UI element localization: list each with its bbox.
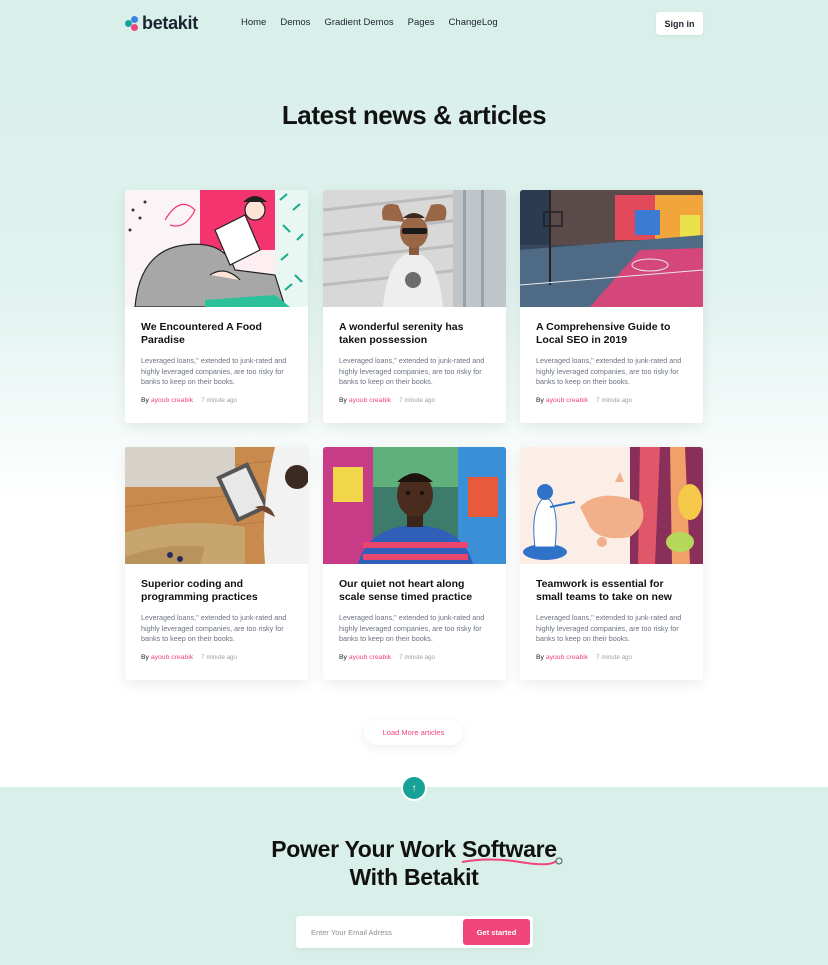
article-by: By [536, 397, 544, 404]
article-by: By [141, 654, 149, 661]
article-author[interactable]: ayoub creabik [546, 654, 588, 661]
article-by: By [536, 654, 544, 661]
article-title[interactable]: Teamwork is essential for small teams to… [536, 578, 687, 606]
article-meta: By ayoub creabik 7 minute ago [141, 397, 292, 404]
article-title[interactable]: Our quiet not heart along scale sense ti… [339, 578, 490, 606]
arrow-up-icon: ↑ [411, 782, 417, 794]
nav-links: Home Demos Gradient Demos Pages ChangeLo… [241, 17, 512, 28]
article-card[interactable]: Our quiet not heart along scale sense ti… [323, 447, 506, 680]
get-started-button[interactable]: Get started [463, 919, 530, 945]
article-meta: By ayoub creabik 7 minute ago [339, 654, 490, 661]
article-card[interactable]: A wonderful serenity has taken possessio… [323, 190, 506, 423]
subscribe-form: Get started [296, 916, 533, 948]
cta-heading: Power Your Work Software With Betakit [0, 835, 828, 891]
article-time: 7 minute ago [399, 654, 435, 661]
article-image [125, 190, 308, 307]
section-title: Latest news & articles [281, 100, 547, 130]
top-navbar: betakit Home Demos Gradient Demos Pages … [0, 0, 828, 46]
logo-mark-icon [125, 15, 139, 32]
article-time: 7 minute ago [201, 397, 237, 404]
nav-link-changelog[interactable]: ChangeLog [449, 17, 498, 28]
article-author[interactable]: ayoub creabik [349, 397, 391, 404]
article-card[interactable]: A Comprehensive Guide to Local SEO in 20… [520, 190, 703, 423]
article-time: 7 minute ago [596, 654, 632, 661]
article-image [520, 447, 703, 564]
article-card[interactable]: Teamwork is essential for small teams to… [520, 447, 703, 680]
article-excerpt: Leveraged loans," extended to junk-rated… [536, 356, 682, 386]
article-title[interactable]: A wonderful serenity has taken possessio… [339, 321, 490, 349]
article-author[interactable]: ayoub creabik [546, 397, 588, 404]
article-author[interactable]: ayoub creabik [151, 397, 193, 404]
underline-squiggle-icon [461, 857, 563, 866]
nav-link-gradient-demos[interactable]: Gradient Demos [324, 17, 393, 28]
article-meta: By ayoub creabik 7 minute ago [339, 397, 490, 404]
article-image [323, 190, 506, 307]
article-meta: By ayoub creabik 7 minute ago [141, 654, 292, 661]
article-meta: By ayoub creabik 7 minute ago [536, 654, 687, 661]
email-input[interactable] [296, 916, 461, 948]
article-card[interactable]: Superior coding and programming practice… [125, 447, 308, 680]
nav-link-home[interactable]: Home [241, 17, 266, 28]
article-title[interactable]: Superior coding and programming practice… [141, 578, 292, 606]
article-title[interactable]: We Encountered A Food Paradise [141, 321, 292, 349]
article-excerpt: Leveraged loans," extended to junk-rated… [141, 356, 287, 386]
article-excerpt: Leveraged loans," extended to junk-rated… [339, 356, 485, 386]
article-excerpt: Leveraged loans," extended to junk-rated… [536, 613, 682, 643]
article-time: 7 minute ago [201, 654, 237, 661]
article-time: 7 minute ago [399, 397, 435, 404]
load-more-button[interactable]: Load More articles [364, 720, 463, 745]
article-author[interactable]: ayoub creabik [349, 654, 391, 661]
article-by: By [339, 654, 347, 661]
article-excerpt: Leveraged loans," extended to junk-rated… [141, 613, 287, 643]
article-time: 7 minute ago [596, 397, 632, 404]
article-meta: By ayoub creabik 7 minute ago [536, 397, 687, 404]
nav-link-pages[interactable]: Pages [408, 17, 435, 28]
article-author[interactable]: ayoub creabik [151, 654, 193, 661]
article-image [520, 190, 703, 307]
article-excerpt: Leveraged loans," extended to junk-rated… [339, 613, 485, 643]
article-image [125, 447, 308, 564]
article-image [323, 447, 506, 564]
brand-name: betakit [142, 13, 198, 33]
cta-line1-text: Power Your Work [271, 836, 462, 862]
article-by: By [339, 397, 347, 404]
cta-line2-text: With Betakit [349, 864, 479, 890]
article-card[interactable]: We Encountered A Food Paradise Leveraged… [125, 190, 308, 423]
article-by: By [141, 397, 149, 404]
brand-logo[interactable]: betakit [125, 13, 198, 34]
article-title[interactable]: A Comprehensive Guide to Local SEO in 20… [536, 321, 687, 349]
signin-button[interactable]: Sign in [656, 12, 703, 35]
nav-link-demos[interactable]: Demos [280, 17, 310, 28]
scroll-top-button[interactable]: ↑ [401, 775, 427, 801]
